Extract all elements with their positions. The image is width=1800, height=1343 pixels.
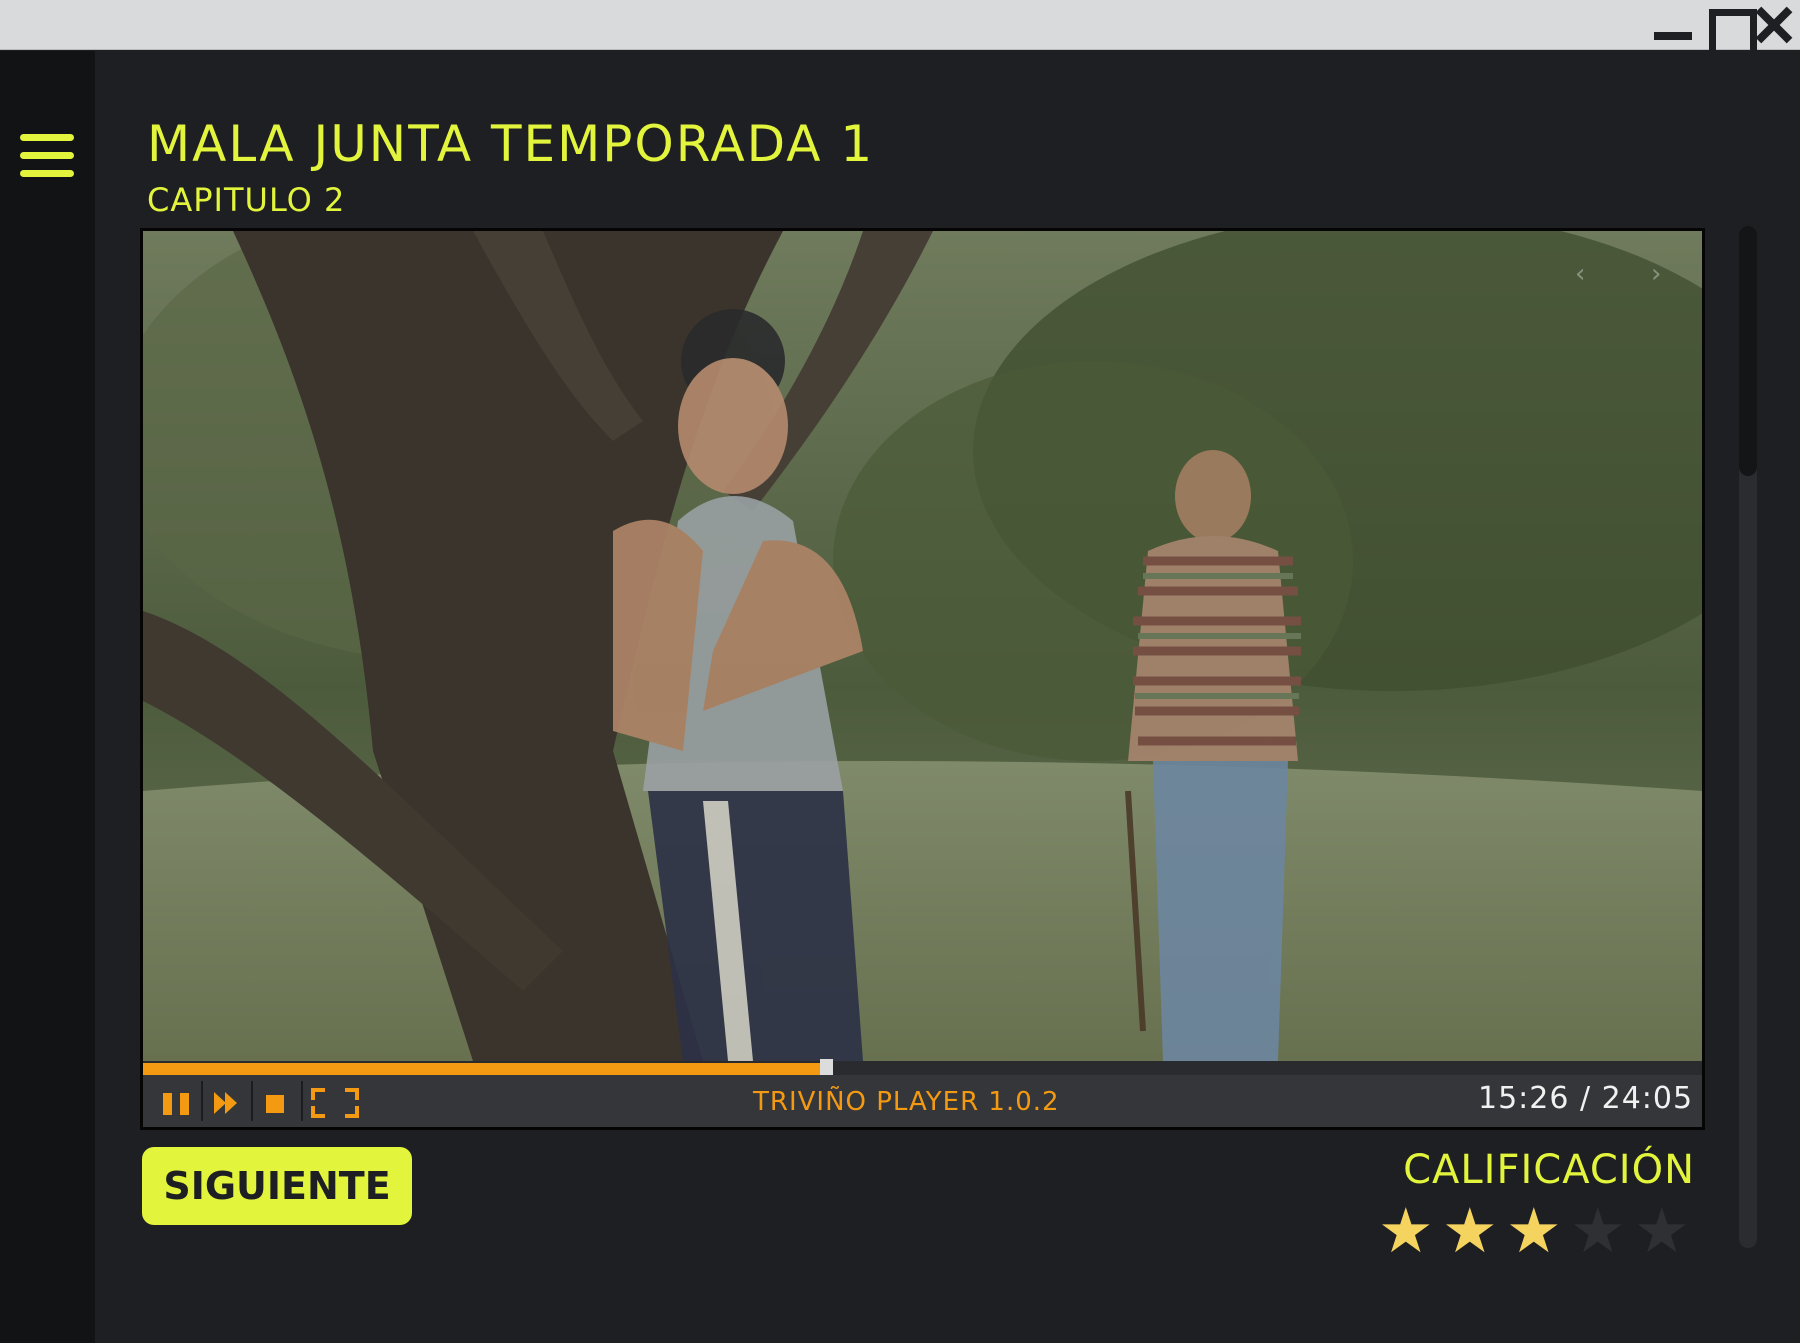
player-name: TRIVIÑO PLAYER 1.0.2 xyxy=(753,1087,1060,1117)
maximize-icon[interactable] xyxy=(1706,6,1757,57)
fullscreen-icon[interactable] xyxy=(309,1081,361,1121)
star-filled-icon[interactable]: ★ xyxy=(1506,1199,1562,1263)
next-episode-button[interactable]: SIGUIENTE xyxy=(142,1147,412,1225)
control-divider xyxy=(201,1081,203,1121)
star-filled-icon[interactable]: ★ xyxy=(1378,1199,1434,1263)
star-empty-icon[interactable]: ★ xyxy=(1570,1199,1626,1263)
video-frame[interactable]: ‹ › xyxy=(143,231,1702,1061)
video-player: ‹ › TRIVIÑO PLAYER 1.0.2 15:26 / 24:05 xyxy=(140,228,1705,1130)
star-rating[interactable]: ★ ★ ★ ★ ★ xyxy=(1378,1199,1698,1263)
stop-icon[interactable] xyxy=(259,1081,293,1121)
title-bar xyxy=(0,0,1800,57)
control-bar: TRIVIÑO PLAYER 1.0.2 15:26 / 24:05 xyxy=(143,1075,1702,1127)
control-divider xyxy=(251,1081,253,1121)
star-empty-icon[interactable]: ★ xyxy=(1634,1199,1690,1263)
control-divider xyxy=(301,1081,303,1121)
minimize-icon[interactable] xyxy=(1650,6,1694,44)
progress-bar[interactable] xyxy=(143,1059,1702,1081)
pause-icon[interactable] xyxy=(159,1081,193,1121)
next-arrow-icon[interactable]: › xyxy=(1651,259,1661,289)
main-content: MALA JUNTA TEMPORADA 1 CAPITULO 2 ‹ › TR… xyxy=(95,51,1800,1343)
fast-forward-icon[interactable] xyxy=(209,1081,243,1121)
progress-fill xyxy=(143,1063,826,1075)
close-icon[interactable] xyxy=(1752,6,1794,44)
scrollbar[interactable] xyxy=(1739,226,1757,1248)
previous-arrow-icon[interactable]: ‹ xyxy=(1575,259,1585,289)
star-filled-icon[interactable]: ★ xyxy=(1442,1199,1498,1263)
scrollbar-thumb[interactable] xyxy=(1739,226,1757,476)
time-display: 15:26 / 24:05 xyxy=(1478,1081,1694,1116)
sidebar xyxy=(0,51,95,1343)
show-title: MALA JUNTA TEMPORADA 1 xyxy=(147,115,875,173)
hamburger-menu-icon[interactable] xyxy=(20,134,74,178)
rating-label: CALIFICACIÓN xyxy=(1403,1147,1695,1193)
episode-label: CAPITULO 2 xyxy=(147,181,346,219)
